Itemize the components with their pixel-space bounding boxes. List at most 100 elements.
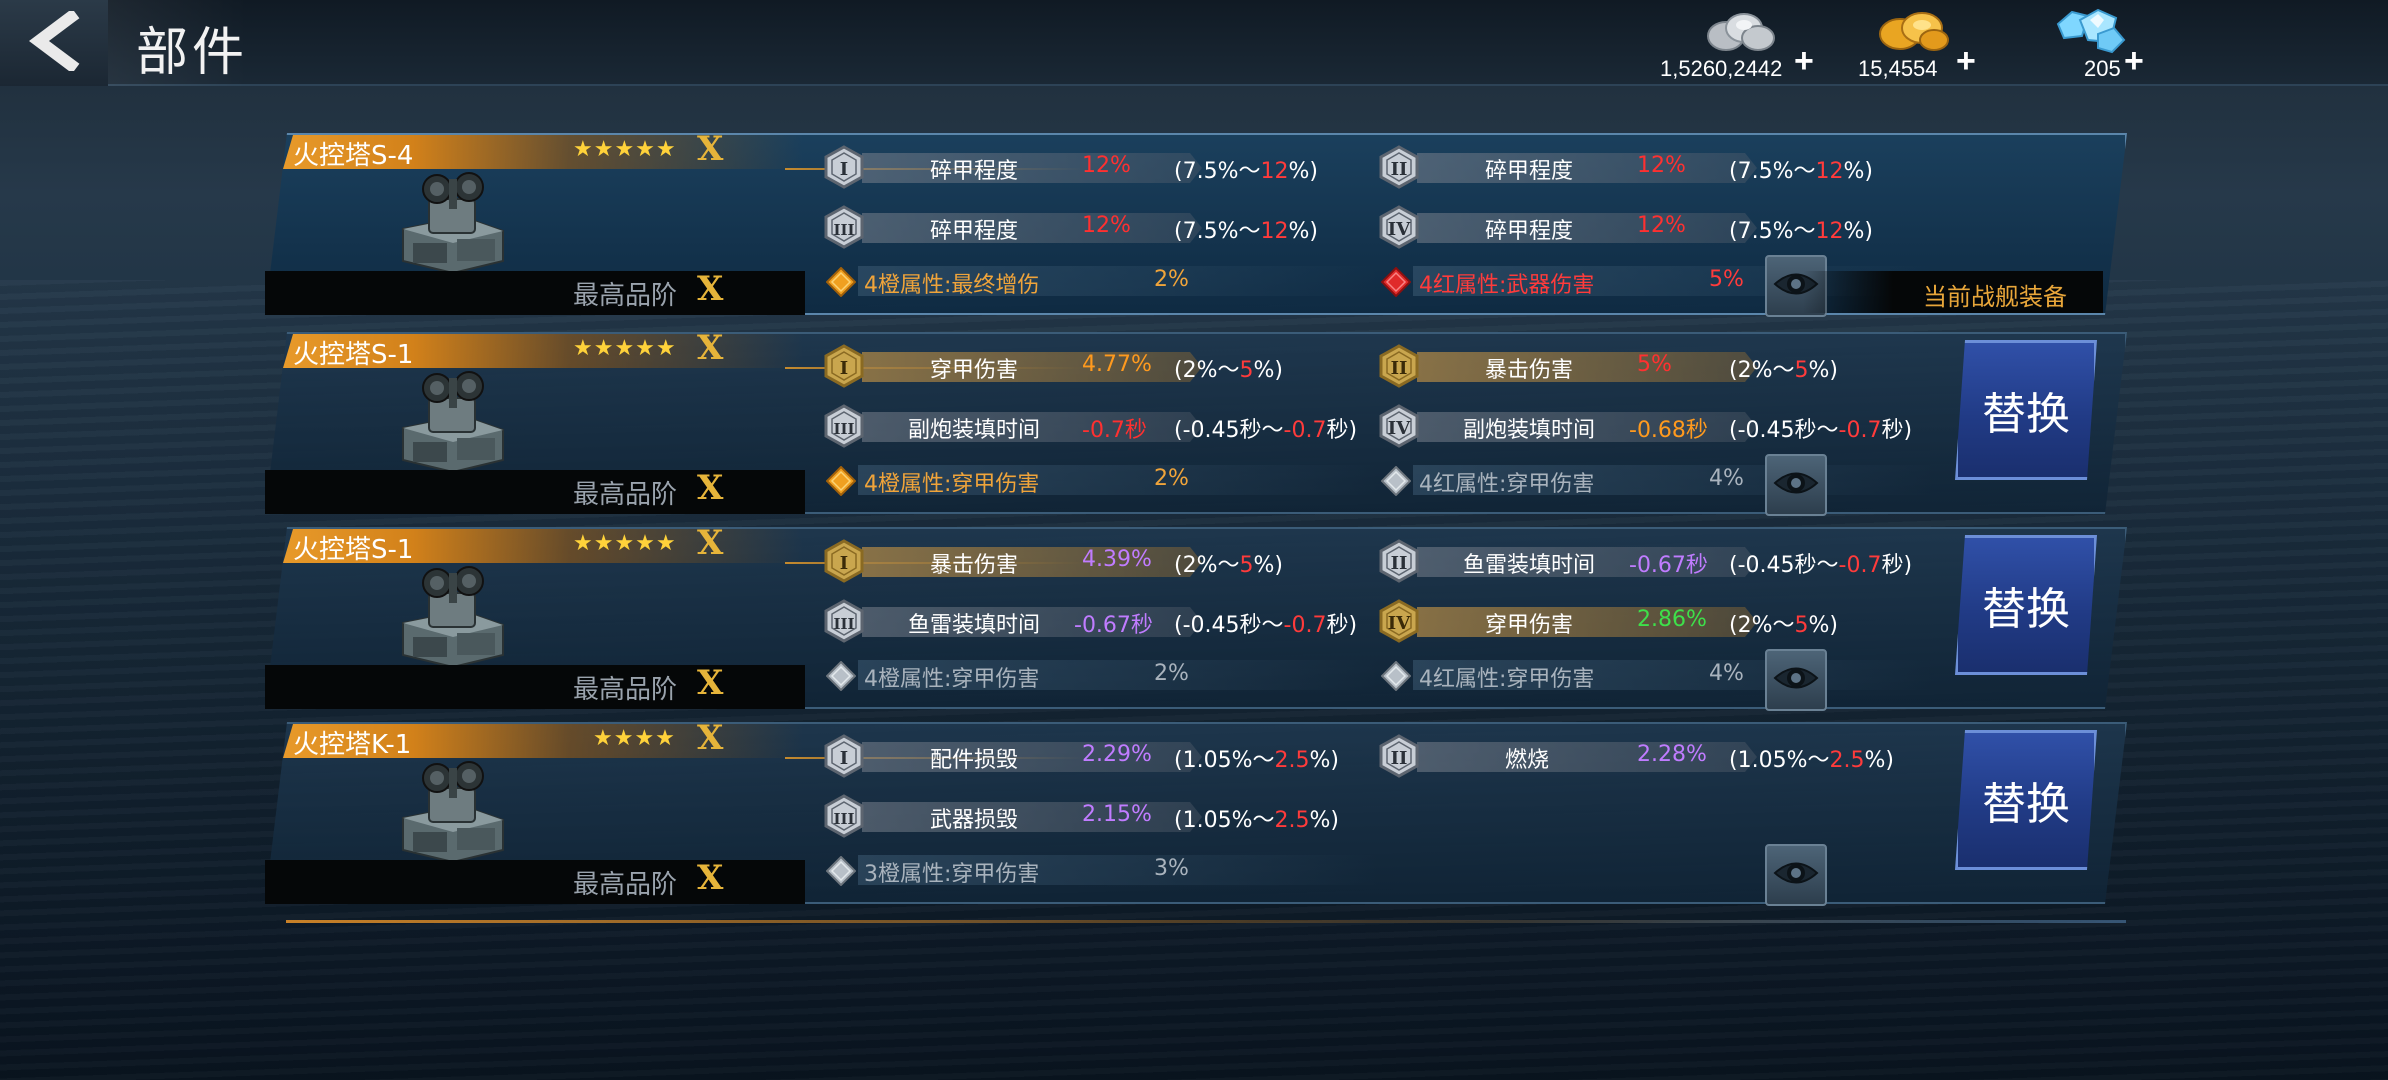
range-max: 5	[1794, 613, 1809, 638]
stat-bar	[862, 153, 1202, 183]
svg-text:II: II	[1391, 748, 1408, 769]
svg-text:II: II	[1391, 358, 1408, 379]
set-bonus: 3橙属性:穿甲伤害 3%	[824, 850, 1384, 890]
range-min: (1.05%～	[1174, 748, 1275, 773]
red-gem-icon	[1380, 266, 1412, 298]
view-details-button[interactable]	[1765, 649, 1827, 711]
roman-i-icon: I	[822, 734, 866, 778]
stat-row: IV 碎甲程度 12% (7.5%～12%)	[1377, 205, 1937, 249]
range-min: (2%～	[1174, 358, 1240, 383]
stat-label: 鱼雷装填时间	[1463, 553, 1596, 578]
range-min: (7.5%～	[1729, 219, 1816, 244]
view-details-button[interactable]	[1765, 454, 1827, 516]
stat-row: III 武器损毁 2.15% (1.05%～2.5%)	[822, 794, 1382, 838]
stat-label: 碎甲程度	[1485, 219, 1574, 244]
stat-label: 穿甲伤害	[1485, 613, 1574, 638]
part-name: 火控塔K-1	[293, 730, 412, 760]
silver-coin-icon	[1704, 6, 1776, 60]
stat-range: (1.05%～2.5%)	[1729, 742, 1894, 774]
range-suffix: %)	[1843, 159, 1873, 184]
stat-value: 2.15%	[1082, 802, 1152, 827]
roman-ii-icon: II	[1377, 344, 1421, 388]
stat-label: 燃烧	[1505, 748, 1550, 773]
grade-bar	[265, 665, 805, 709]
stat-value: 4.39%	[1082, 547, 1152, 572]
stat-value: 5%	[1637, 352, 1672, 377]
roman-ii-icon: II	[1377, 145, 1421, 189]
part-card[interactable]: 火控塔S-4 ★★★★★ X 最高品阶 X I 碎甲程度 12% (7.5%～1…	[265, 129, 2127, 317]
stat-row: I 暴击伤害 4.39% (2%～5%)	[822, 539, 1382, 583]
stat-row: I 碎甲程度 12% (7.5%～12%)	[822, 145, 1382, 189]
stat-row: III 鱼雷装填时间 -0.67秒 (-0.45秒～-0.7秒)	[822, 599, 1382, 643]
set-bonus: 4红属性:穿甲伤害 4%	[1379, 460, 1939, 500]
stat-label: 鱼雷装填时间	[908, 613, 1041, 638]
stat-range: (2%～5%)	[1729, 352, 1838, 384]
range-suffix: %)	[1309, 748, 1339, 773]
fire-control-tower-icon	[393, 758, 513, 864]
diamond-plus-button[interactable]: +	[2124, 42, 2144, 81]
part-name: 火控塔S-4	[293, 141, 414, 171]
stat-bar	[1417, 213, 1757, 243]
roman-iii-icon: III	[822, 205, 866, 249]
range-suffix: %)	[1253, 553, 1284, 578]
stat-bar	[1417, 352, 1757, 382]
set-bonus: 4橙属性:穿甲伤害 2%	[824, 460, 1384, 500]
svg-text:IV: IV	[1388, 418, 1411, 439]
fire-control-tower-icon	[393, 368, 513, 474]
range-min: (-0.45秒～	[1174, 613, 1284, 638]
max-grade-label: 最高品阶	[573, 480, 678, 510]
grey-gem-icon	[825, 855, 857, 887]
roman-iii-icon: III	[822, 404, 866, 448]
roman-ii-icon: II	[1377, 734, 1421, 778]
part-card[interactable]: 火控塔S-1 ★★★★★ X 最高品阶 X I 穿甲伤害 4.77% (2%～5…	[265, 328, 2127, 516]
range-min: (1.05%～	[1729, 748, 1830, 773]
stat-label: 暴击伤害	[1485, 358, 1574, 383]
roman-iii-icon: III	[822, 794, 866, 838]
svg-text:III: III	[833, 221, 854, 239]
bonus-value: 2%	[1154, 661, 1189, 686]
range-suffix: %)	[1288, 159, 1318, 184]
range-max: 2.5	[1274, 748, 1310, 773]
range-min: (2%～	[1174, 553, 1240, 578]
diamond-currency: 205 +	[2040, 6, 2160, 86]
stat-range: (1.05%～2.5%)	[1174, 742, 1339, 774]
svg-text:IV: IV	[1388, 219, 1411, 240]
equipped-label: 当前战舰装备	[1923, 283, 2067, 311]
roman-iii-icon: III	[822, 599, 866, 643]
max-grade-label: 最高品阶	[573, 870, 678, 900]
bonus-label: 4橙属性:穿甲伤害	[864, 667, 1040, 692]
view-details-button[interactable]	[1765, 844, 1827, 906]
stat-value: 4.77%	[1082, 352, 1152, 377]
bonus-label: 4红属性:武器伤害	[1419, 273, 1595, 298]
roman-i-icon: I	[822, 344, 866, 388]
back-button[interactable]	[0, 0, 108, 86]
gold-plus-button[interactable]: +	[1956, 42, 1976, 81]
swap-button[interactable]: 替换	[1955, 535, 2097, 675]
range-min: (2%～	[1729, 358, 1795, 383]
stat-value: 2.86%	[1637, 607, 1707, 632]
part-card[interactable]: 火控塔S-1 ★★★★★ X 最高品阶 X I 暴击伤害 4.39% (2%～5…	[265, 523, 2127, 711]
stat-label: 碎甲程度	[1485, 159, 1574, 184]
grade-x-mark: X	[697, 269, 724, 309]
set-bonus: 4橙属性:最终增伤 2%	[824, 261, 1384, 301]
max-grade-label: 最高品阶	[573, 675, 678, 705]
stat-value: 12%	[1637, 213, 1686, 238]
stat-label: 武器损毁	[930, 808, 1019, 833]
range-min: (-0.45秒～	[1729, 418, 1839, 443]
svg-text:I: I	[840, 748, 848, 769]
gold-coin-icon	[1876, 6, 1952, 60]
star-rating: ★★★★★	[573, 531, 677, 556]
stat-row: I 配件损毁 2.29% (1.05%～2.5%)	[822, 734, 1382, 778]
stat-value: 2.28%	[1637, 742, 1707, 767]
gold-amount: 15,4554	[1858, 56, 1938, 81]
swap-button[interactable]: 替换	[1955, 730, 2097, 870]
stat-value: 12%	[1637, 153, 1686, 178]
range-max: 12	[1815, 219, 1844, 244]
silver-plus-button[interactable]: +	[1794, 42, 1814, 81]
swap-button[interactable]: 替换	[1955, 340, 2097, 480]
part-card[interactable]: 火控塔K-1 ★★★★ X 最高品阶 X I 配件损毁 2.29% (1.05%…	[265, 718, 2127, 906]
range-min: (7.5%～	[1174, 159, 1261, 184]
bonus-value: 4%	[1709, 466, 1744, 491]
svg-text:III: III	[833, 615, 854, 633]
stat-row: IV 副炮装填时间 -0.68秒 (-0.45秒～-0.7秒)	[1377, 404, 1937, 448]
